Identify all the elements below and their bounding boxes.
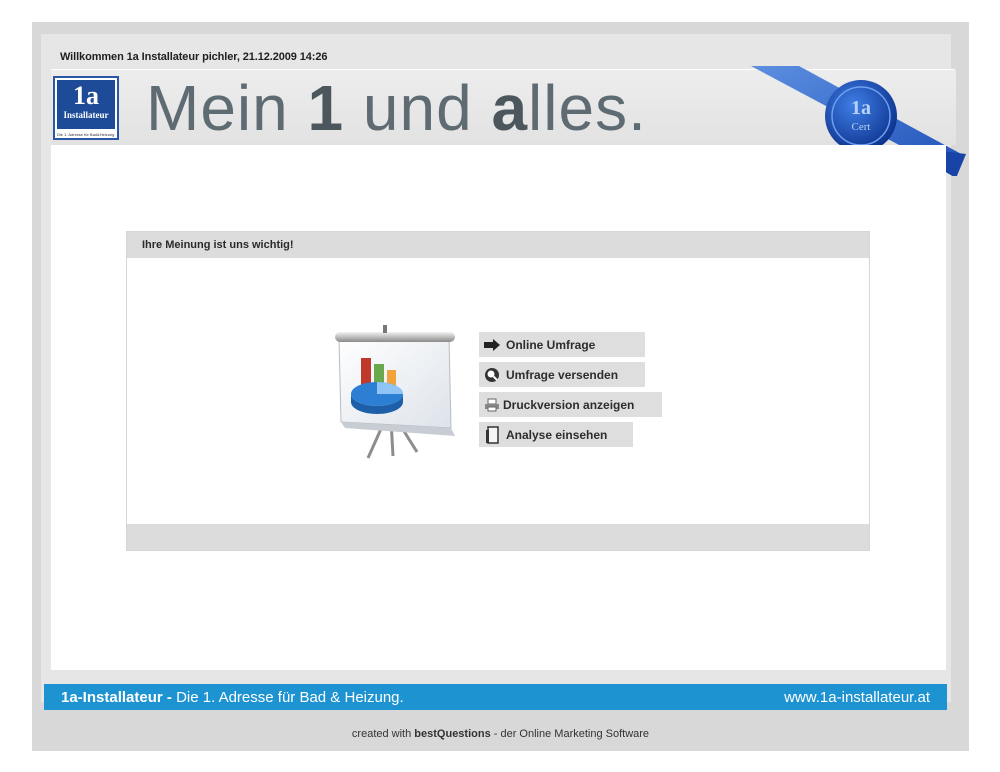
logo-big-text: 1a	[73, 81, 99, 110]
mail-search-icon	[483, 367, 501, 383]
footer-website-link[interactable]: www.1a-installateur.at	[784, 689, 930, 706]
action-label: Umfrage versenden	[506, 367, 619, 382]
credit-prefix: created with	[351, 728, 415, 740]
banner-slogan: Mein 1 und alles.	[146, 72, 647, 144]
footer-tagline-text: Die 1. Adresse für Bad & Heizung.	[176, 689, 404, 706]
panel-footer	[127, 524, 869, 550]
footer-tagline: 1a-Installateur - Die 1. Adresse für Bad…	[61, 689, 404, 706]
view-analysis-button[interactable]: Analyse einsehen	[479, 422, 633, 447]
credit-line: created with bestQuestions - der Online …	[32, 728, 969, 740]
panel-title: Ihre Meinung ist uns wichtig!	[142, 239, 294, 251]
slogan-part: lles.	[528, 72, 647, 144]
slogan-part: Mein	[146, 72, 308, 144]
footer-brand: 1a-Installateur	[61, 689, 163, 706]
send-survey-button[interactable]: Umfrage versenden	[479, 362, 645, 387]
footer-separator: -	[162, 689, 177, 706]
action-label: Online Umfrage	[506, 337, 596, 352]
welcome-text: Willkommen 1a Installateur pichler, 21.1…	[60, 51, 328, 63]
slogan-bold-part: 1	[307, 72, 345, 144]
main-content: Ihre Meinung ist uns wichtig! Online Umf…	[51, 145, 946, 670]
credit-product[interactable]: bestQuestions	[414, 728, 490, 740]
credit-suffix: - der Online Marketing Software	[490, 728, 650, 740]
outer-frame: Willkommen 1a Installateur pichler, 21.1…	[32, 22, 969, 751]
footer-bar: 1a-Installateur - Die 1. Adresse für Bad…	[44, 684, 947, 710]
logo-tagline: Die 1. Adresse für Bad&Heizung	[57, 132, 115, 137]
online-survey-button[interactable]: Online Umfrage	[479, 332, 645, 357]
logo-mark: 1a Installateur	[57, 80, 115, 129]
seal-top-text: 1a	[851, 97, 871, 119]
seal-bottom-text: Cert	[852, 121, 871, 133]
action-label: Analyse einsehen	[506, 427, 608, 442]
panel-header: Ihre Meinung ist uns wichtig!	[127, 232, 869, 258]
slogan-part: und	[344, 72, 492, 144]
presentation-board-icon	[335, 325, 455, 459]
slogan-bold-part: a	[491, 72, 529, 144]
logo-small-text: Installateur	[63, 110, 109, 120]
brand-logo[interactable]: 1a Installateur Die 1. Adresse für Bad&H…	[53, 76, 119, 140]
action-label: Druckversion anzeigen	[503, 397, 635, 412]
print-version-button[interactable]: Druckversion anzeigen	[479, 392, 662, 417]
document-icon	[483, 425, 501, 444]
arrow-right-icon	[483, 337, 501, 353]
survey-panel: Ihre Meinung ist uns wichtig! Online Umf…	[126, 231, 870, 551]
inner-frame: Willkommen 1a Installateur pichler, 21.1…	[41, 34, 966, 702]
print-icon	[483, 397, 501, 413]
header-banner: 1a Installateur Die 1. Adresse für Bad&H…	[51, 66, 966, 176]
